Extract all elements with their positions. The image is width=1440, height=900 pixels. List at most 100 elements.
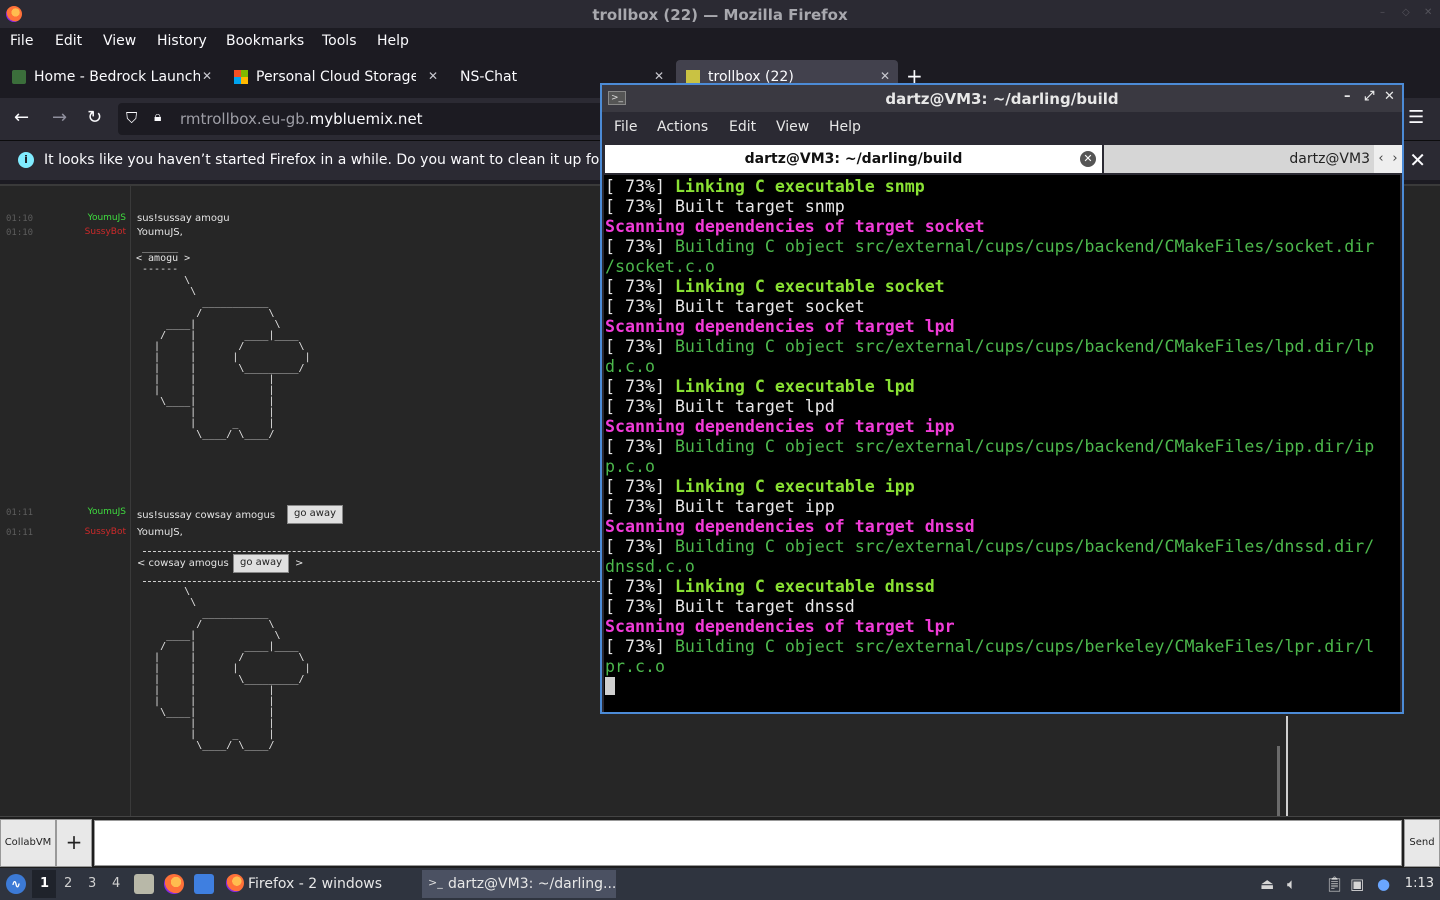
chat-input[interactable] xyxy=(94,820,1402,866)
add-button[interactable]: + xyxy=(56,819,92,867)
workspace-1[interactable]: 1 xyxy=(40,876,49,891)
terminal-line: Scanning dependencies of target ipp xyxy=(604,417,1400,437)
terminal-line-text: Built target snmp xyxy=(674,197,845,216)
display-icon[interactable]: ▣ xyxy=(1350,875,1364,893)
file-manager-icon[interactable] xyxy=(134,874,154,894)
menu-edit[interactable]: Edit xyxy=(55,33,82,49)
terminal-line-text: Built target socket xyxy=(674,297,865,316)
terminal-cursor xyxy=(605,677,615,695)
terminal-icon: >_ xyxy=(428,876,443,889)
terminal-tabbar: dartz@VM3: ~/darling/build ✕ dartz@VM3 ‹… xyxy=(602,143,1402,175)
chat-composer: CollabVM + Send xyxy=(0,816,1440,868)
terminal-line-text: Building C object src/external/cups/cups… xyxy=(674,437,1375,456)
message-nick[interactable]: YoumuJS xyxy=(88,213,126,223)
tab-cloud-storage[interactable]: Personal Cloud Storage - ✕ xyxy=(224,60,446,94)
menu-history[interactable]: History xyxy=(157,33,207,49)
menu-help[interactable]: Help xyxy=(377,33,409,49)
message-text: YoumuJS, xyxy=(137,227,183,238)
go-away-button[interactable]: go away xyxy=(287,505,343,524)
task-firefox[interactable]: Firefox - 2 windows xyxy=(222,870,418,898)
volume-icon[interactable]: 🔈︎ xyxy=(1287,875,1296,893)
firefox-menubar: File Edit View History Bookmarks Tools H… xyxy=(0,28,1440,56)
terminal-line: dnssd.c.o xyxy=(604,557,1400,577)
lock-icon[interactable]: 🔒︎ xyxy=(154,109,161,125)
microsoft-icon xyxy=(234,70,248,84)
eject-icon[interactable]: ⏏ xyxy=(1260,875,1274,893)
update-icon[interactable]: ● xyxy=(1377,875,1390,893)
terminal-window[interactable]: >_ dartz@VM3: ~/darling/build – ⤢ ✕ File… xyxy=(600,83,1404,714)
terminal-titlebar[interactable]: >_ dartz@VM3: ~/darling/build – ⤢ ✕ xyxy=(602,85,1402,112)
tab-close-icon[interactable]: ✕ xyxy=(428,69,438,83)
tab-bedrock[interactable]: Home - Bedrock Launche ✕ xyxy=(2,60,220,94)
menu-tools[interactable]: Tools xyxy=(322,33,357,49)
chevron-right-icon[interactable]: › xyxy=(1388,145,1402,173)
terminal-menu-view[interactable]: View xyxy=(776,119,809,135)
tab-close-icon[interactable]: ✕ xyxy=(654,69,664,83)
chevron-left-icon[interactable]: ‹ xyxy=(1374,145,1388,173)
message-text: sus!sussay amogu xyxy=(137,213,230,224)
go-away-button[interactable]: go away xyxy=(233,554,289,573)
progress-prefix: [ 73%] xyxy=(605,477,675,496)
terminal-menu-edit[interactable]: Edit xyxy=(729,119,756,135)
message-nick[interactable]: YoumuJS xyxy=(88,507,126,517)
desktop-icon[interactable] xyxy=(194,874,214,894)
minimize-icon[interactable]: – xyxy=(1344,89,1351,104)
terminal-tab-label: dartz@VM3: ~/darling/build xyxy=(744,151,963,167)
terminal-line: /socket.c.o xyxy=(604,257,1400,277)
minimize-icon[interactable]: – xyxy=(1380,8,1390,18)
send-button[interactable]: Send xyxy=(1404,819,1440,867)
menu-bookmarks[interactable]: Bookmarks xyxy=(226,33,304,49)
collabvm-button[interactable]: CollabVM xyxy=(0,819,56,867)
terminal-line: [ 73%] Linking C executable lpd xyxy=(604,377,1400,397)
close-icon[interactable]: ✕ xyxy=(1424,8,1434,18)
scrollbar-thumb[interactable] xyxy=(1277,746,1280,816)
message-nick[interactable]: SussyBot xyxy=(85,227,126,237)
terminal-menu-help[interactable]: Help xyxy=(829,119,861,135)
message-text: sus!sussay cowsay amogus xyxy=(137,510,276,521)
message-time: 01:10 xyxy=(6,214,34,224)
terminal-line: Scanning dependencies of target lpd xyxy=(604,317,1400,337)
start-menu-icon[interactable]: ∿ xyxy=(6,874,26,894)
terminal-line-text: Building C object src/external/cups/cups… xyxy=(674,637,1375,656)
maximize-icon[interactable]: ◇ xyxy=(1402,8,1412,18)
message-nick[interactable]: SussyBot xyxy=(85,527,126,537)
workspace-4[interactable]: 4 xyxy=(112,876,120,891)
reload-icon[interactable]: ↻ xyxy=(87,108,102,128)
terminal-menu-actions[interactable]: Actions xyxy=(657,119,708,135)
url-text[interactable]: rmtrollbox.eu-gb.mybluemix.net xyxy=(180,110,423,128)
menu-file[interactable]: File xyxy=(10,33,33,49)
menu-view[interactable]: View xyxy=(103,33,136,49)
terminal-menu-file[interactable]: File xyxy=(614,119,637,135)
clock: 1:13 xyxy=(1404,876,1434,891)
progress-prefix: [ 73%] xyxy=(605,577,675,596)
terminal-line: [ 73%] Built target dnssd xyxy=(604,597,1400,617)
tab-close-icon[interactable]: ✕ xyxy=(880,69,890,83)
workspace-2[interactable]: 2 xyxy=(64,876,72,891)
terminal-line-text: dnssd.c.o xyxy=(605,557,695,576)
message-text: YoumuJS, xyxy=(137,527,183,538)
forward-icon[interactable]: → xyxy=(52,108,67,128)
clipboard-icon[interactable]: 📋︎ xyxy=(1325,875,1344,893)
terminal-tab-2[interactable]: dartz@VM3 xyxy=(1104,145,1374,173)
firefox-launcher-icon[interactable] xyxy=(164,874,184,894)
workspace-3[interactable]: 3 xyxy=(88,876,96,891)
terminal-line: [ 73%] Linking C executable snmp xyxy=(604,177,1400,197)
task-terminal[interactable]: >_ dartz@VM3: ~/darling... xyxy=(422,870,616,898)
tab-close-icon[interactable]: ✕ xyxy=(1080,151,1096,167)
terminal-line: [ 73%] Linking C executable socket xyxy=(604,277,1400,297)
terminal-line-text: Building C object src/external/cups/cups… xyxy=(674,537,1375,556)
terminal-output[interactable]: [ 73%] Linking C executable snmp [ 73%] B… xyxy=(604,175,1400,712)
shield-icon[interactable]: ⛉ xyxy=(126,109,137,127)
terminal-line-text: Scanning dependencies of target dnssd xyxy=(605,517,975,536)
terminal-line-text: Scanning dependencies of target ipp xyxy=(605,417,955,436)
ascii-art-crewmate: \ \ ___________ / \ ____| \ / | ____|___… xyxy=(154,586,311,751)
progress-prefix: [ 73%] xyxy=(605,337,675,356)
back-icon[interactable]: ← xyxy=(14,108,29,128)
terminal-tab-1[interactable]: dartz@VM3: ~/darling/build ✕ xyxy=(605,145,1102,173)
notification-close-icon[interactable]: ✕ xyxy=(1409,148,1426,172)
hamburger-menu-icon[interactable]: ☰ xyxy=(1408,108,1424,128)
bubble-border-top xyxy=(143,551,600,552)
tab-close-icon[interactable]: ✕ xyxy=(202,69,212,83)
close-icon[interactable]: ✕ xyxy=(1384,89,1395,104)
maximize-icon[interactable]: ⤢ xyxy=(1364,89,1374,104)
